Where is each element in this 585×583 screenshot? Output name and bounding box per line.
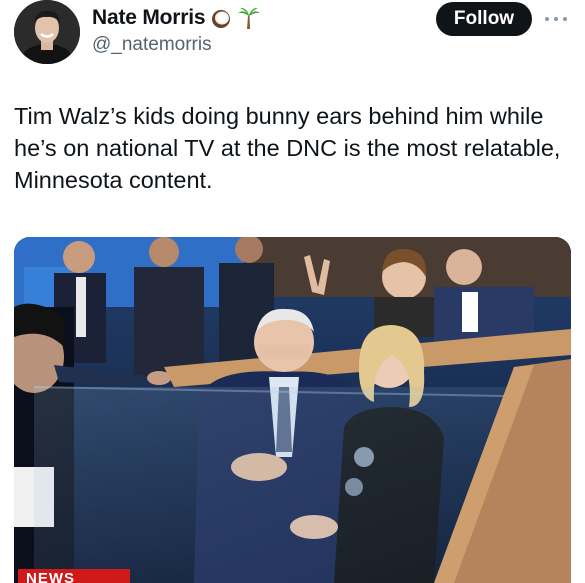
tweet-media-image[interactable]: NEWS xyxy=(14,237,571,583)
convention-scene xyxy=(14,237,571,583)
follow-button[interactable]: Follow xyxy=(436,2,532,36)
palm-tree-emoji xyxy=(237,6,261,30)
more-dot xyxy=(545,17,549,21)
news-banner: NEWS xyxy=(18,569,130,583)
avatar-image xyxy=(14,0,80,64)
coconut-emoji xyxy=(209,6,233,30)
more-horizontal-icon[interactable] xyxy=(542,12,570,26)
more-dot xyxy=(554,17,558,21)
tweet-text: Tim Walz’s kids doing bunny ears behind … xyxy=(14,103,561,193)
author-display-name[interactable]: Nate Morris xyxy=(92,6,206,30)
author-handle[interactable]: @_natemorris xyxy=(92,34,212,56)
author-avatar[interactable] xyxy=(14,0,80,64)
author-name-row: Nate Morris xyxy=(92,4,261,32)
more-dot xyxy=(563,17,567,21)
